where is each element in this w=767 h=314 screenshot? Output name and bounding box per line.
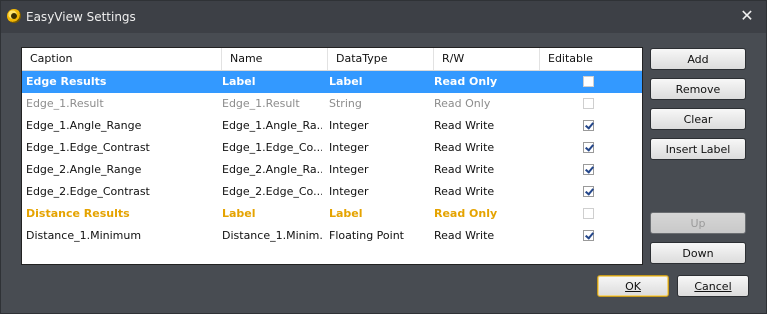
datatype-cell: Integer	[329, 119, 369, 132]
add-button[interactable]: Add	[650, 48, 746, 70]
insert-label-button[interactable]: Insert Label	[650, 138, 746, 160]
list-header: Caption Name DataType R/W Editable	[22, 48, 642, 71]
editable-checkbox[interactable]	[583, 142, 594, 153]
editable-checkbox[interactable]	[583, 186, 594, 197]
up-button[interactable]: Up	[650, 212, 746, 234]
name-cell: Edge_1.Edge_Co...	[222, 141, 322, 154]
remove-button[interactable]: Remove	[650, 78, 746, 100]
table-row[interactable]: Edge_1.Angle_Range Edge_1.Angle_Ra... Inte…	[22, 115, 642, 137]
caption-cell: Edge_1.Result	[26, 97, 104, 110]
rw-cell: Read Only	[434, 75, 498, 88]
rw-cell: Read Write	[434, 119, 495, 132]
fields-list[interactable]: Caption Name DataType R/W Editable Edge …	[21, 47, 643, 265]
datatype-cell: Integer	[329, 185, 369, 198]
editable-checkbox[interactable]	[583, 120, 594, 131]
datatype-cell: Label	[329, 207, 363, 220]
cancel-button[interactable]: Cancel	[677, 275, 749, 297]
caption-cell: Edge_1.Angle_Range	[26, 119, 142, 132]
name-cell: Edge_1.Angle_Ra...	[222, 119, 322, 132]
name-cell: Label	[222, 75, 256, 88]
down-button[interactable]: Down	[650, 242, 746, 264]
rw-cell: Read Only	[434, 97, 491, 110]
name-cell: Edge_2.Edge_Co...	[222, 185, 322, 198]
name-cell: Edge_1.Result	[222, 97, 300, 110]
table-row[interactable]: Edge_2.Angle_Range Edge_2.Angle_Ra... Inte…	[22, 159, 642, 181]
rw-cell: Read Write	[434, 141, 495, 154]
cancel-label: Cancel	[694, 280, 732, 293]
datatype-cell: String	[329, 97, 362, 110]
editable-checkbox[interactable]	[583, 98, 594, 109]
column-header-datatype[interactable]: DataType	[328, 48, 434, 70]
editable-checkbox[interactable]	[583, 164, 594, 175]
rw-cell: Read Write	[434, 163, 495, 176]
column-header-caption[interactable]: Caption	[22, 48, 222, 70]
caption-cell: Distance_1.Minimum	[26, 229, 142, 242]
table-row[interactable]: Edge_1.Result Edge_1.Result String Read Onl…	[22, 93, 642, 115]
column-header-editable[interactable]: Editable	[540, 48, 642, 70]
ok-label: OK	[625, 280, 641, 293]
table-row[interactable]: Edge_2.Edge_Contrast Edge_2.Edge_Co... Int…	[22, 181, 642, 203]
editable-checkbox[interactable]	[583, 230, 594, 241]
rw-cell: Read Write	[434, 229, 495, 242]
editable-checkbox[interactable]	[583, 76, 594, 87]
rw-cell: Read Only	[434, 207, 498, 220]
datatype-cell: Floating Point	[329, 229, 404, 242]
editable-checkbox[interactable]	[583, 208, 594, 219]
datatype-cell: Integer	[329, 141, 369, 154]
settings-dialog: EasyView Settings ✕ Caption Name DataTyp…	[0, 0, 767, 314]
datatype-cell: Integer	[329, 163, 369, 176]
caption-cell: Edge_1.Edge_Contrast	[26, 141, 150, 154]
name-cell: Label	[222, 207, 256, 220]
name-cell: Distance_1.Minim...	[222, 229, 322, 242]
rw-cell: Read Write	[434, 185, 495, 198]
caption-cell: Edge Results	[26, 75, 107, 88]
datatype-cell: Label	[329, 75, 363, 88]
caption-cell: Edge_2.Edge_Contrast	[26, 185, 150, 198]
title-bar: EasyView Settings ✕	[1, 1, 766, 33]
caption-cell: Distance Results	[26, 207, 130, 220]
close-icon[interactable]: ✕	[738, 7, 756, 25]
column-header-rw[interactable]: R/W	[434, 48, 540, 70]
name-cell: Edge_2.Angle_Ra...	[222, 163, 322, 176]
ok-button[interactable]: OK	[597, 275, 669, 297]
table-row[interactable]: Edge Results Label Label Read Only	[22, 71, 642, 93]
app-icon	[7, 9, 21, 23]
caption-cell: Edge_2.Angle_Range	[26, 163, 142, 176]
table-row[interactable]: Edge_1.Edge_Contrast Edge_1.Edge_Co... Int…	[22, 137, 642, 159]
table-row[interactable]: Distance Results Label Label Read Only	[22, 203, 642, 225]
clear-button[interactable]: Clear	[650, 108, 746, 130]
column-header-name[interactable]: Name	[222, 48, 328, 70]
window-title: EasyView Settings	[26, 10, 136, 24]
table-row[interactable]: Distance_1.Minimum Distance_1.Minim... Flo…	[22, 225, 642, 247]
